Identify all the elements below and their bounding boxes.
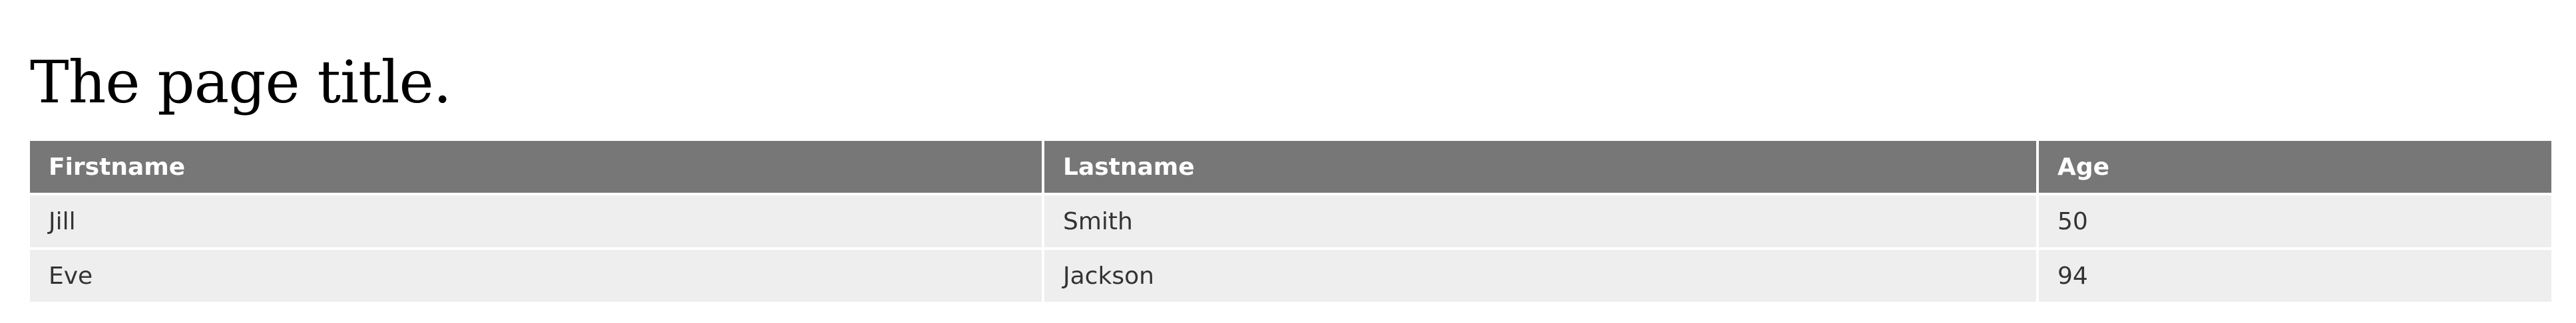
table-body: Jill Smith 50 Eve Jackson 94	[30, 195, 2551, 302]
table-row: Eve Jackson 94	[30, 250, 2551, 302]
header-firstname: Firstname	[30, 141, 1042, 193]
table-header: Firstname Lastname Age	[30, 141, 2551, 193]
cell-firstname: Eve	[30, 250, 1042, 302]
header-row: Firstname Lastname Age	[30, 141, 2551, 193]
table-row: Jill Smith 50	[30, 195, 2551, 247]
page-title: The page title.	[30, 48, 452, 116]
page: The page title. Firstname Lastname Age J…	[0, 0, 2576, 323]
cell-firstname: Jill	[30, 195, 1042, 247]
header-lastname: Lastname	[1044, 141, 2036, 193]
cell-age: 50	[2039, 195, 2551, 247]
cell-lastname: Jackson	[1044, 250, 2036, 302]
cell-age: 94	[2039, 250, 2551, 302]
header-age: Age	[2039, 141, 2551, 193]
cell-lastname: Smith	[1044, 195, 2036, 247]
data-table: Firstname Lastname Age Jill Smith 50 Eve…	[27, 138, 2554, 304]
